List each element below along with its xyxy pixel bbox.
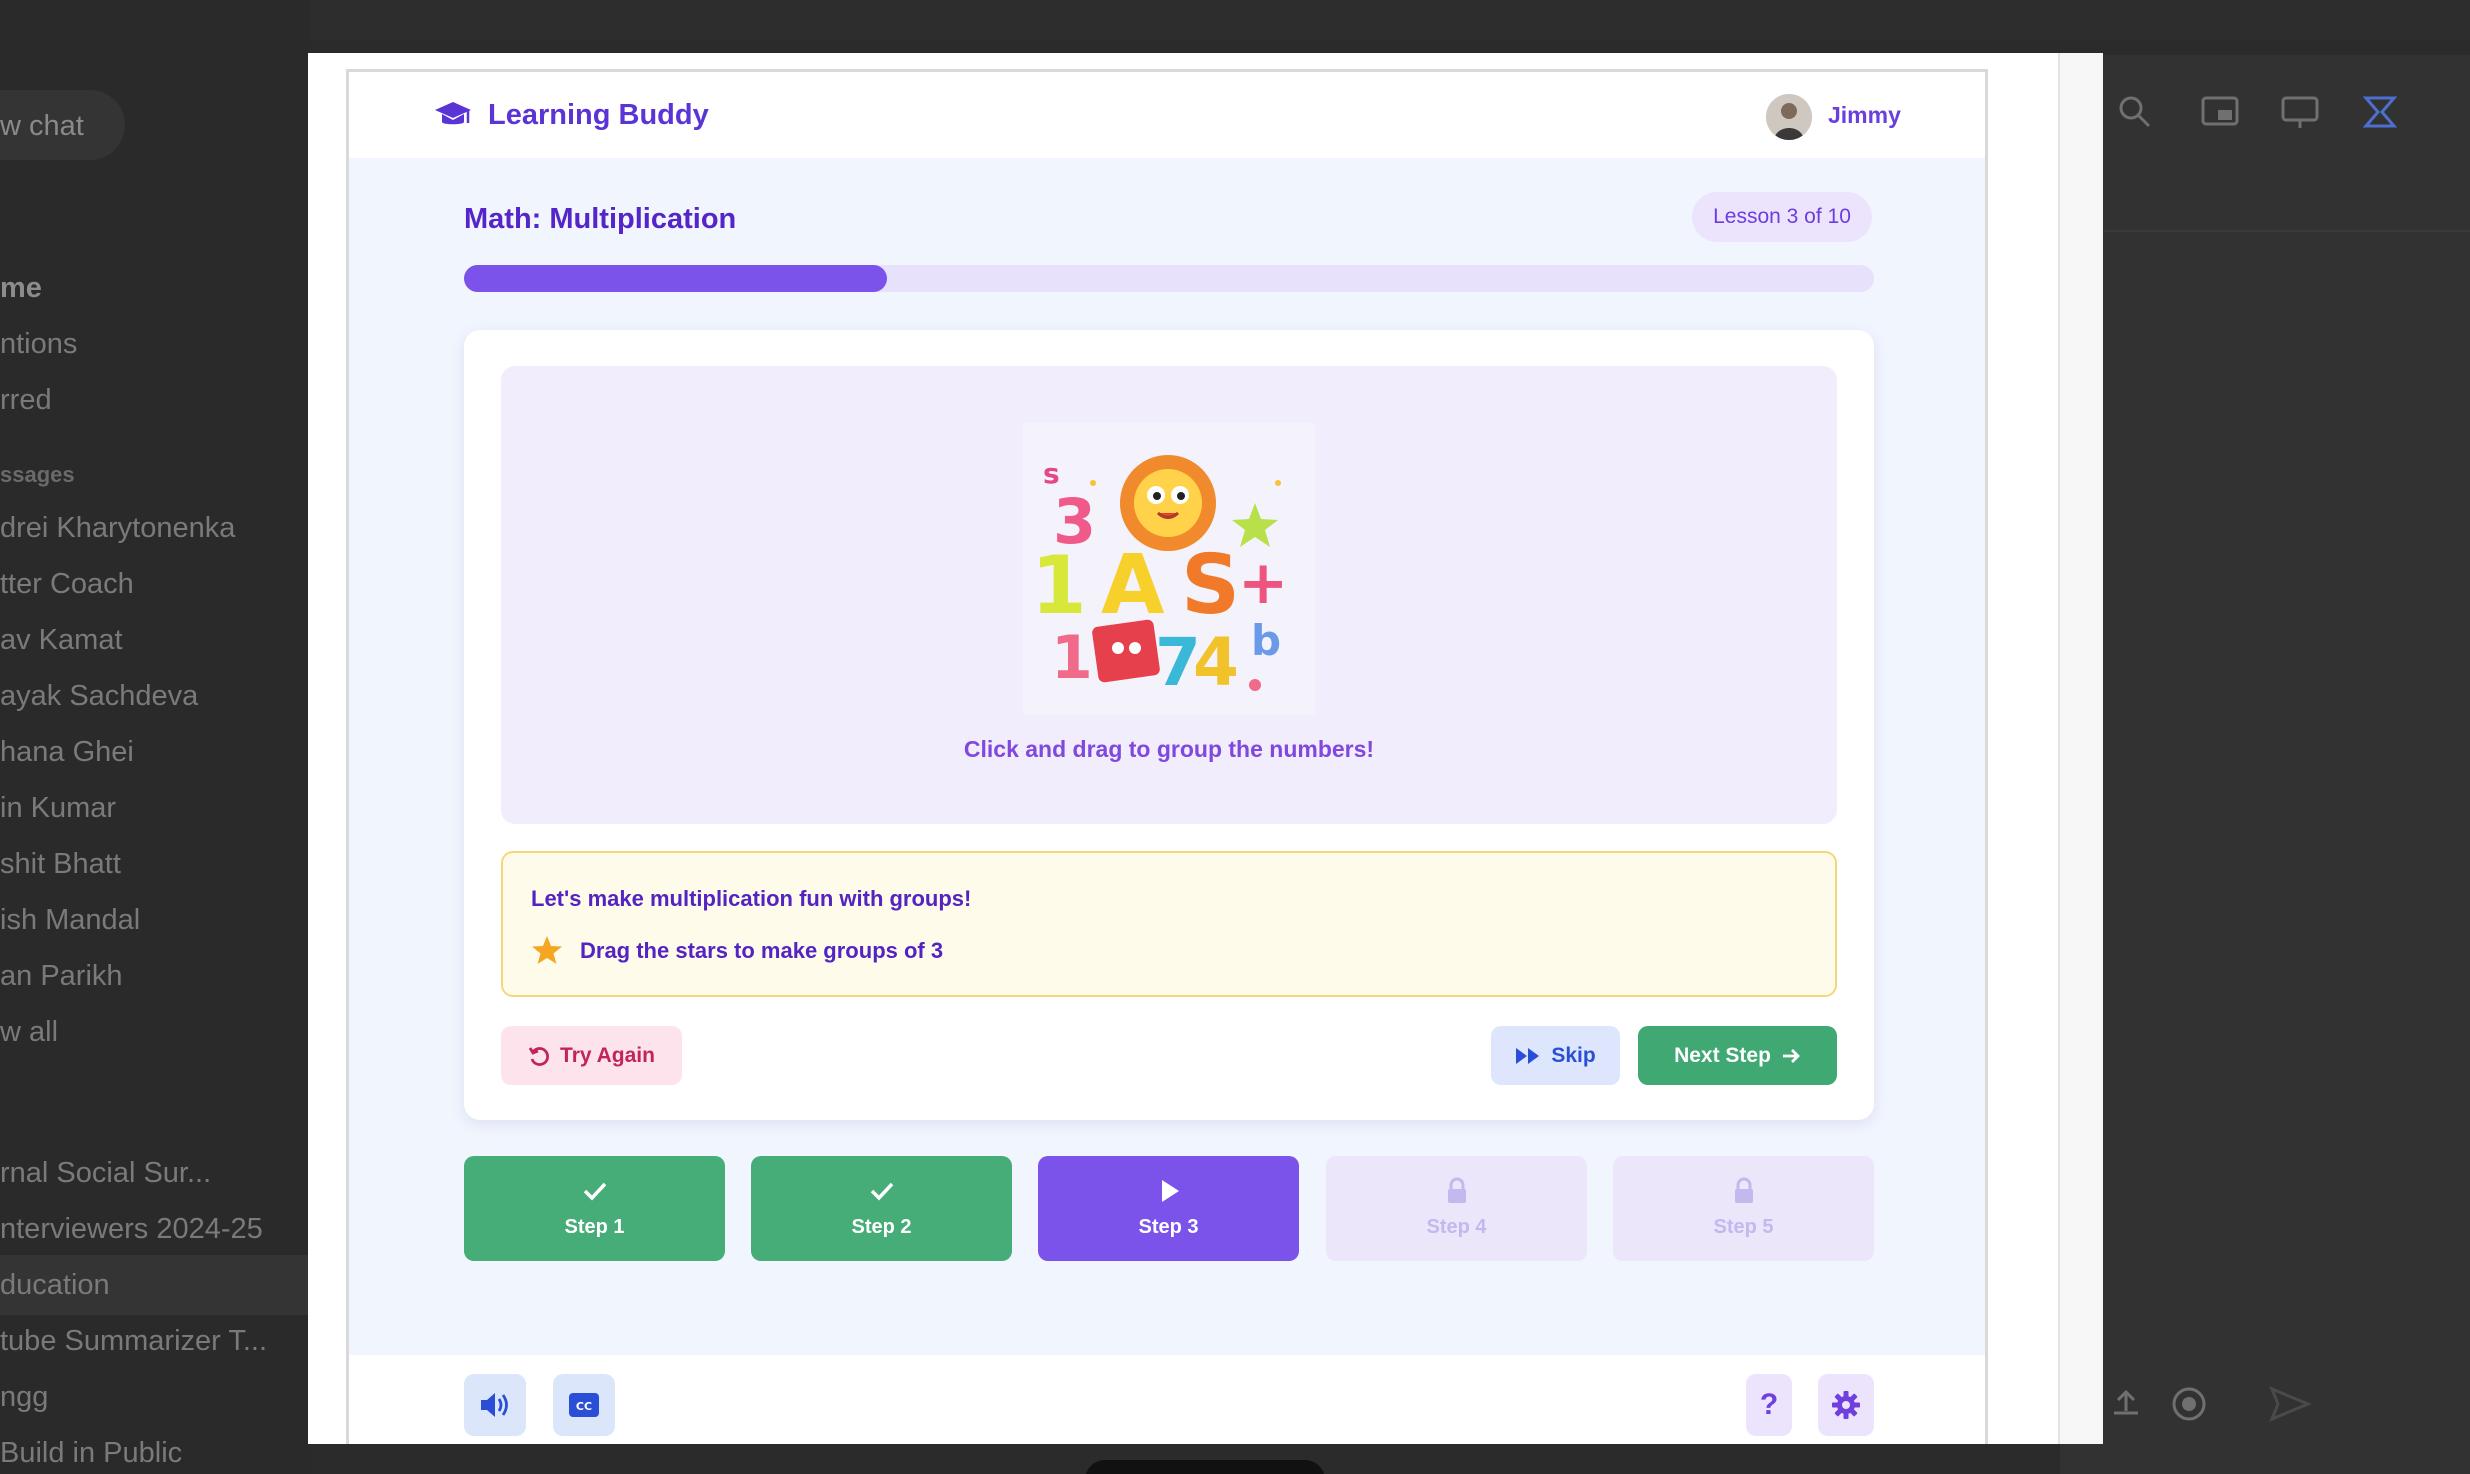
hint-text: Drag the stars to make groups of 3 [580,938,944,963]
contact-item[interactable]: in Kumar [0,792,116,825]
background-divider [2104,230,2470,232]
lesson-progress-bar [464,265,1874,292]
new-chat-button[interactable]: w chat [0,90,125,160]
svg-text:+: + [1238,548,1288,618]
gear-icon [1832,1391,1860,1419]
background-chat-area [2060,55,2470,1474]
step-label: Step 3 [1138,1216,1199,1238]
lesson-card: 3 s 1 A S + 1 7 4 b Click and drag to gr… [464,330,1874,1120]
settings-button[interactable] [1818,1374,1874,1436]
space-item[interactable]: ducation [0,1269,110,1302]
help-button[interactable]: ? [1746,1374,1792,1436]
next-step-label: Next Step [1674,1043,1771,1067]
lock-icon [1447,1177,1466,1203]
send-icon[interactable] [2268,1385,2312,1423]
app-footer: CC ? [349,1355,1985,1444]
step-4: Step 4 [1326,1156,1587,1261]
captions-button[interactable]: CC [553,1374,615,1436]
space-item[interactable]: ngg [0,1381,48,1414]
sound-button[interactable] [464,1374,526,1436]
next-step-button[interactable]: Next Step [1638,1026,1837,1085]
learning-app: Learning Buddy Jimmy Math: Multiplicatio… [346,69,1988,1444]
space-item[interactable]: tube Summarizer T... [0,1325,267,1358]
contact-item[interactable]: ayak Sachdeva [0,680,198,713]
skip-button[interactable]: Skip [1491,1026,1620,1085]
search-icon[interactable] [2115,92,2155,132]
contact-item[interactable]: ish Mandal [0,904,140,937]
step-label: Step 1 [564,1216,625,1238]
space-item[interactable]: nterviewers 2024-25 [0,1213,263,1246]
contact-item[interactable]: drei Kharytonenka [0,512,235,545]
contact-item[interactable]: shit Bhatt [0,848,121,881]
check-icon [583,1182,606,1201]
speaker-icon [481,1393,508,1417]
lesson-title: Math: Multiplication [464,203,737,235]
step-label: Step 4 [1426,1216,1487,1238]
bottom-pill [1085,1460,1325,1474]
step-label: Step 5 [1713,1216,1774,1238]
activity-stage[interactable]: 3 s 1 A S + 1 7 4 b Click and drag to gr… [501,366,1837,824]
board-icon[interactable] [2280,94,2320,130]
closed-captions-icon: CC [569,1393,599,1417]
modal-window: Learning Buddy Jimmy Math: Multiplicatio… [308,53,2103,1444]
view-all-link[interactable]: w all [0,1016,58,1049]
graduation-cap-icon [435,102,471,125]
user-name[interactable]: Jimmy [1828,102,1901,129]
svg-text:1: 1 [1051,623,1093,693]
step-1[interactable]: Step 1 [464,1156,725,1261]
space-item[interactable]: rnal Social Sur... [0,1157,211,1190]
lock-icon [1734,1177,1753,1203]
contact-item[interactable]: hana Ghei [0,736,134,769]
retry-icon [528,1046,550,1066]
try-again-button[interactable]: Try Again [501,1026,682,1085]
space-item[interactable]: Build in Public [0,1437,182,1470]
avatar[interactable] [1766,94,1812,140]
sidebar-item-mentions[interactable]: ntions [0,328,77,361]
sidebar-item-home[interactable]: me [0,272,42,305]
skip-label: Skip [1551,1043,1596,1067]
modal-scrollbar[interactable] [2058,53,2103,1444]
svg-text:1: 1 [1031,539,1087,632]
background-top-bar: agin [0,0,2470,40]
messages-section-header: ssages [0,462,75,487]
svg-text:CC: CC [576,1400,592,1413]
step-3[interactable]: Step 3 [1038,1156,1299,1261]
app-header: Learning Buddy Jimmy [349,72,1985,158]
star-icon [532,936,562,964]
contact-item[interactable]: tter Coach [0,568,134,601]
brand-name: Learning Buddy [488,99,709,131]
step-5: Step 5 [1613,1156,1874,1261]
upload-icon[interactable] [2108,1385,2144,1421]
tasks-icon[interactable] [2360,92,2400,132]
lesson-badge: Lesson 3 of 10 [1692,192,1872,242]
numbers-illustration[interactable]: 3 s 1 A S + 1 7 4 b [1023,423,1315,715]
sidebar-item-starred[interactable]: rred [0,384,52,417]
try-again-label: Try Again [560,1043,655,1067]
contact-item[interactable]: an Parikh [0,960,123,993]
lesson-progress-fill [464,265,887,292]
svg-text:s: s [1043,457,1060,490]
hint-title: Let's make multiplication fun with group… [531,886,972,911]
background-sidebar: w chat me ntions rred ssages drei Kharyt… [0,0,310,1474]
svg-text:b: b [1251,616,1281,665]
svg-text:A: A [1101,538,1165,633]
pip-icon[interactable] [2200,94,2240,130]
step-2[interactable]: Step 2 [751,1156,1012,1261]
play-icon [1161,1180,1179,1202]
step-tracker: Step 1 Step 2 Step 3 Step 4 Step 5 [464,1156,1874,1261]
contact-item[interactable]: av Kamat [0,624,123,657]
record-icon[interactable] [2170,1385,2208,1423]
arrow-right-icon [1782,1048,1800,1063]
step-label: Step 2 [851,1216,912,1238]
stage-instruction: Click and drag to group the numbers! [963,736,1375,762]
hint-box: Let's make multiplication fun with group… [501,851,1837,997]
svg-text:S: S [1181,538,1240,633]
svg-text:4: 4 [1193,624,1239,701]
fast-forward-icon [1516,1047,1540,1064]
check-icon [870,1182,893,1201]
